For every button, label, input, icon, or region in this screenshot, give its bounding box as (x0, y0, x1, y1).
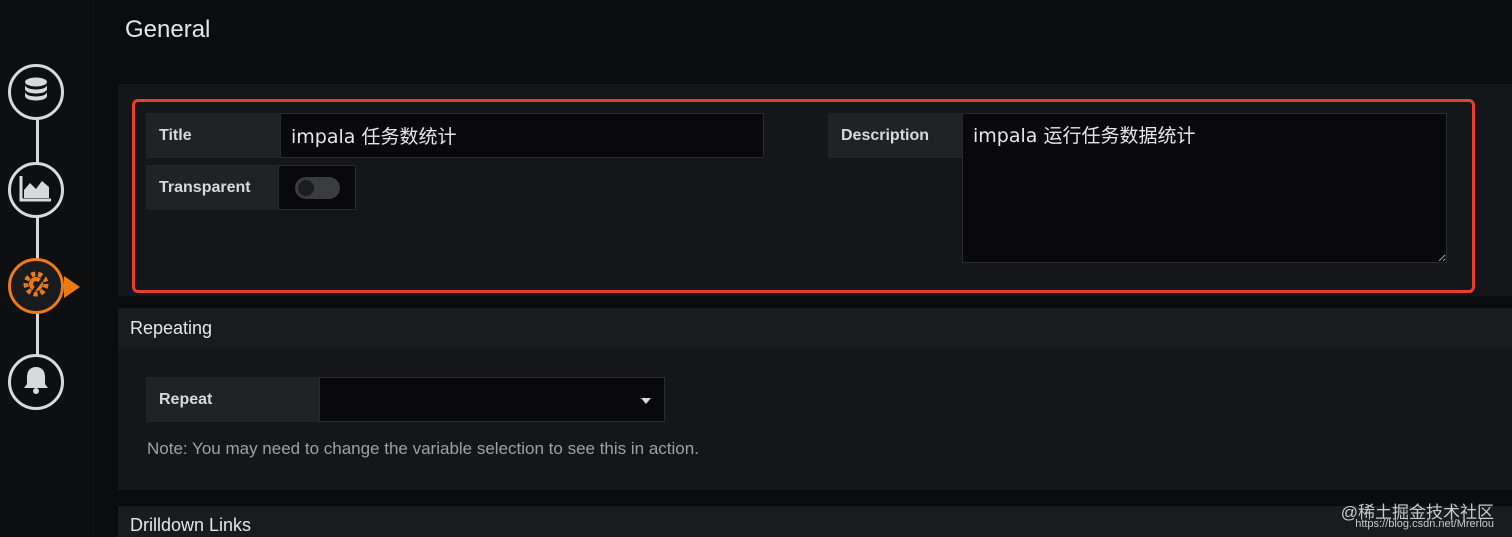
settings-icon (19, 267, 53, 306)
bell-icon (21, 364, 51, 401)
repeat-note: Note: You may need to change the variabl… (147, 439, 699, 458)
repeat-row: Repeat (146, 377, 665, 422)
title-row: Title (146, 113, 764, 158)
area-chart-icon (19, 174, 53, 207)
general-tab[interactable] (8, 258, 64, 314)
page-title: General (125, 16, 211, 43)
repeat-select[interactable] (319, 377, 665, 422)
drilldown-heading: Drilldown Links (130, 515, 252, 535)
repeating-header-bar[interactable] (118, 308, 1512, 348)
visualization-tab[interactable] (8, 162, 64, 218)
transparent-toggle-box (278, 165, 356, 210)
database-icon (20, 74, 52, 111)
description-label: Description (828, 113, 962, 158)
title-label: Title (146, 113, 280, 158)
description-row: Description impala 运行任务数据统计 (828, 113, 1447, 263)
transparent-label: Transparent (146, 165, 278, 210)
transparent-toggle[interactable] (294, 176, 340, 199)
repeat-label: Repeat (146, 377, 319, 422)
queries-tab[interactable] (8, 64, 64, 120)
repeating-heading: Repeating (130, 318, 213, 338)
transparent-row: Transparent (146, 165, 356, 210)
active-indicator-arrow (64, 276, 80, 298)
watermark-line2: https://blog.csdn.net/Mrerlou (1355, 518, 1494, 530)
caret-down-icon (641, 398, 651, 404)
description-textarea[interactable]: impala 运行任务数据统计 (962, 113, 1447, 263)
panel-editor-rail (0, 0, 95, 537)
title-input[interactable] (280, 113, 764, 158)
drilldown-header-bar[interactable] (118, 506, 1512, 537)
alert-tab[interactable] (8, 354, 64, 410)
